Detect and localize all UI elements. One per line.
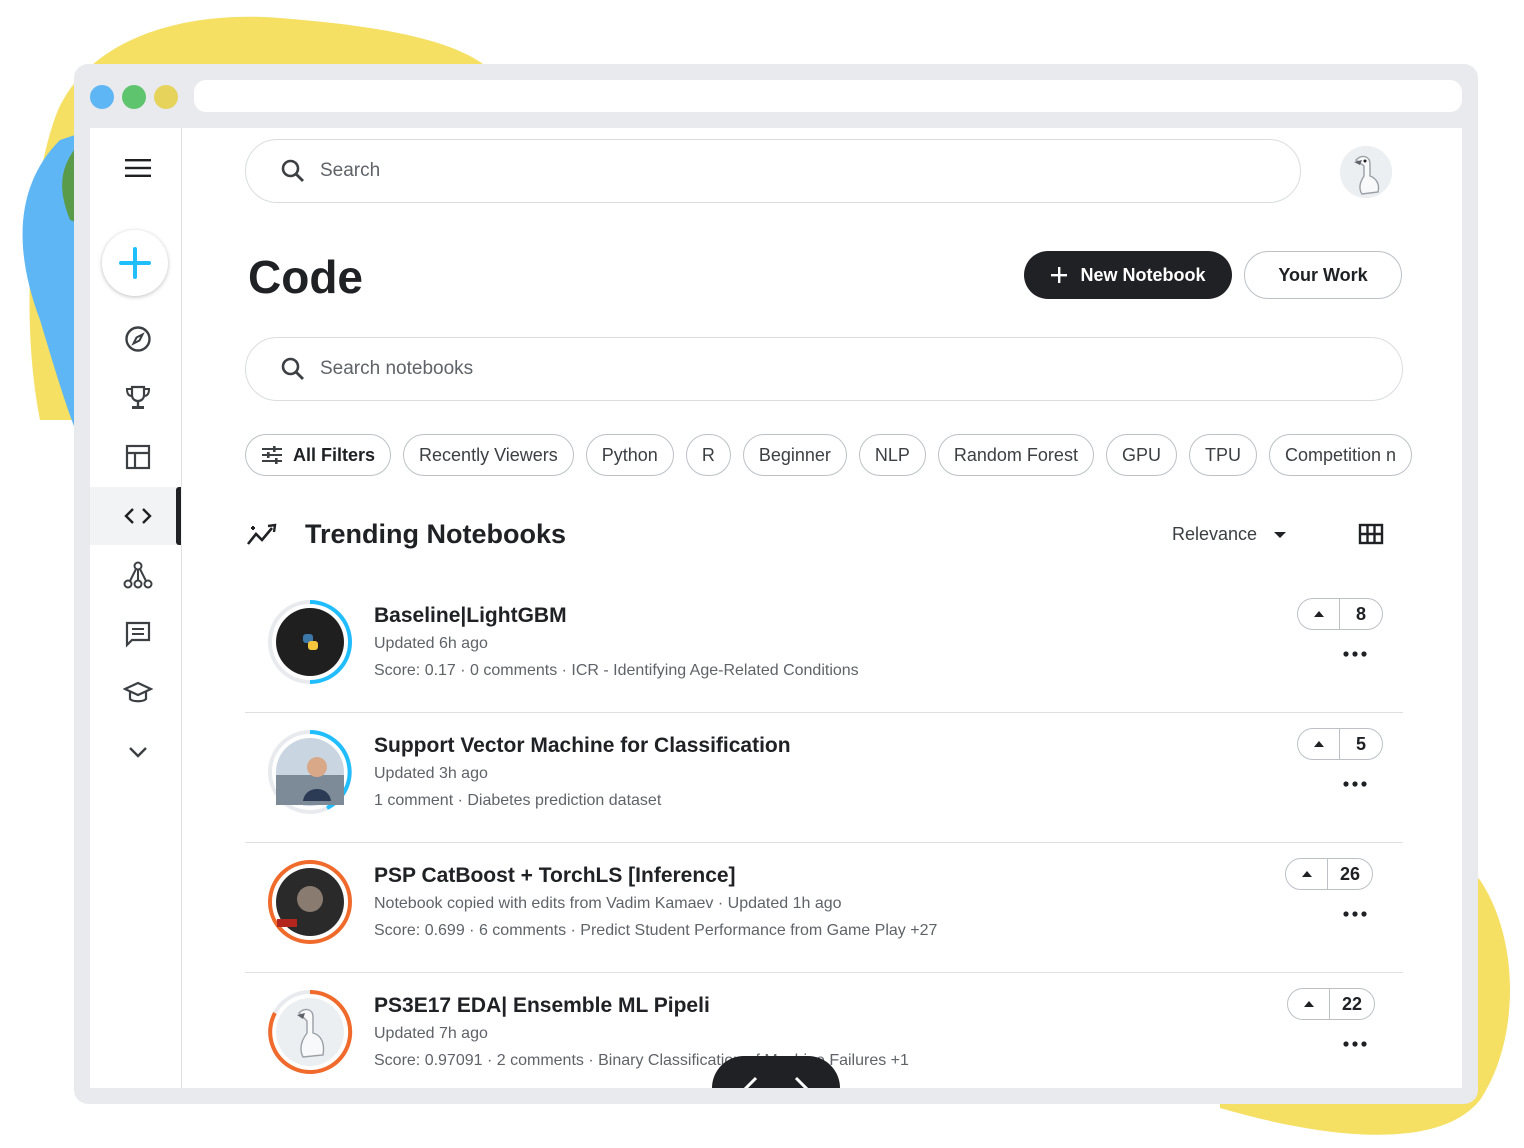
chip-label: NLP <box>874 444 910 465</box>
upvote-arrow-icon <box>1286 859 1328 889</box>
upvote-arrow-icon <box>1298 729 1340 759</box>
carousel-pager <box>712 1056 840 1088</box>
filter-chip-nlp[interactable]: NLP <box>858 434 926 476</box>
models-icon[interactable] <box>118 555 158 595</box>
goose-avatar-icon <box>1340 146 1392 198</box>
filter-sliders-icon <box>262 446 282 464</box>
section-title: Trending Notebooks <box>305 519 567 549</box>
notebook-updated: Notebook copied with edits from Vadim Ka… <box>374 895 842 912</box>
notebook-updated: Updated 7h ago <box>374 1025 488 1042</box>
notebook-meta: 1 comment · Diabetes prediction dataset <box>374 792 662 809</box>
notebook-title[interactable]: PSP CatBoost + TorchLS [Inference] <box>374 864 736 888</box>
your-work-label: Your Work <box>1278 264 1368 285</box>
window-dot-green <box>122 85 146 109</box>
notebook-thumbnail <box>268 730 352 814</box>
table-icon[interactable] <box>118 437 158 477</box>
search-icon <box>281 159 304 182</box>
create-button[interactable] <box>102 230 168 296</box>
chevron-down-icon[interactable] <box>118 732 158 772</box>
compass-icon[interactable] <box>118 319 158 359</box>
notebook-thumbnail <box>268 989 353 1074</box>
notebook-thumbnail <box>268 600 352 684</box>
notebook-updated: Updated 3h ago <box>374 765 488 782</box>
notebook-title[interactable]: Baseline|LightGBM <box>374 604 567 628</box>
your-work-button[interactable]: Your Work <box>1244 251 1402 299</box>
filter-chip-r[interactable]: R <box>685 434 731 476</box>
notebook-title[interactable]: Support Vector Machine for Classificatio… <box>374 734 791 758</box>
notebook-updated: Updated 6h ago <box>374 635 488 652</box>
all-filters-label: All Filters <box>293 444 376 465</box>
notebook-thumbnail <box>268 860 352 944</box>
chip-label: Python <box>601 444 658 465</box>
notebook-row[interactable]: Baseline|LightGBM Updated 6h ago Score: … <box>245 583 1403 713</box>
filter-chips: All Filters Recently Viewers Python R Be… <box>245 434 1413 476</box>
notebook-meta: Score: 0.699 · 6 comments · Predict Stud… <box>374 922 938 939</box>
more-options-icon[interactable] <box>1343 911 1367 917</box>
plus-icon <box>1051 267 1068 283</box>
filter-chip-competition[interactable]: Competition n <box>1268 434 1413 476</box>
window-dot-blue <box>90 85 114 109</box>
search-icon <box>281 357 304 380</box>
notebook-row[interactable]: PSP CatBoost + TorchLS [Inference] Noteb… <box>245 843 1403 973</box>
window-dot-yellow <box>154 85 178 109</box>
more-options-icon[interactable] <box>1343 651 1367 657</box>
site-search[interactable]: Search <box>245 139 1301 203</box>
chip-label: Beginner <box>758 444 831 465</box>
filter-chip-gpu[interactable]: GPU <box>1105 434 1177 476</box>
sidebar <box>90 128 182 1088</box>
upvote-arrow-icon <box>1298 599 1340 629</box>
filter-chip-beginner[interactable]: Beginner <box>742 434 847 476</box>
vote-count: 5 <box>1355 733 1366 754</box>
address-bar[interactable] <box>194 80 1462 112</box>
upvote-button[interactable]: 8 <box>1297 598 1383 630</box>
code-icon[interactable] <box>118 496 158 536</box>
chevron-right-icon[interactable] <box>793 1076 809 1088</box>
grid-view-icon[interactable] <box>1358 523 1384 545</box>
notebook-search-placeholder: Search notebooks <box>320 358 474 379</box>
sort-dropdown[interactable]: Relevance <box>1172 524 1287 545</box>
screenshot-stage: Search Code New Notebook Your Work Searc… <box>0 0 1524 1148</box>
caret-down-icon <box>1274 531 1287 538</box>
filter-chip-recently-viewers[interactable]: Recently Viewers <box>403 434 574 476</box>
menu-icon[interactable] <box>118 148 158 188</box>
filter-chip-random-forest[interactable]: Random Forest <box>937 434 1094 476</box>
filter-chip-tpu[interactable]: TPU <box>1188 434 1257 476</box>
page-title: Code <box>248 251 363 303</box>
sort-label: Relevance <box>1172 524 1258 544</box>
upvote-button[interactable]: 26 <box>1285 858 1374 890</box>
vote-count: 8 <box>1355 603 1366 624</box>
new-notebook-button[interactable]: New Notebook <box>1024 251 1232 299</box>
chip-label: Recently Viewers <box>419 444 558 465</box>
comments-icon[interactable] <box>118 614 158 654</box>
page-viewport: Search Code New Notebook Your Work Searc… <box>90 128 1462 1088</box>
more-options-icon[interactable] <box>1343 781 1367 787</box>
chip-label: R <box>701 444 715 465</box>
notebook-title[interactable]: PS3E17 EDA| Ensemble ML Pipeli <box>374 994 710 1018</box>
upvote-button[interactable]: 5 <box>1297 728 1383 760</box>
site-search-placeholder: Search <box>320 160 381 181</box>
chip-label: Random Forest <box>953 444 1078 465</box>
user-avatar[interactable] <box>1340 146 1392 198</box>
browser-window: Search Code New Notebook Your Work Searc… <box>74 64 1478 1104</box>
chip-label: TPU <box>1204 444 1241 465</box>
learn-icon[interactable] <box>118 673 158 713</box>
vote-count: 26 <box>1340 863 1361 884</box>
plus-icon <box>119 247 151 279</box>
vote-count: 22 <box>1342 993 1363 1014</box>
chip-label: Competition n <box>1284 444 1397 465</box>
notebook-row[interactable]: Support Vector Machine for Classificatio… <box>245 713 1403 843</box>
filter-chip-python[interactable]: Python <box>585 434 674 476</box>
more-options-icon[interactable] <box>1343 1041 1367 1047</box>
notebook-meta: Score: 0.17 · 0 comments · ICR - Identif… <box>374 662 859 679</box>
trophy-icon[interactable] <box>118 378 158 418</box>
chip-label: GPU <box>1121 444 1161 465</box>
sidebar-active-indicator <box>176 487 181 545</box>
notebook-search[interactable]: Search notebooks <box>245 337 1403 401</box>
upvote-arrow-icon <box>1288 989 1330 1019</box>
upvote-button[interactable]: 22 <box>1287 988 1376 1020</box>
chevron-left-icon[interactable] <box>743 1076 759 1088</box>
trending-icon <box>246 523 277 545</box>
new-notebook-label: New Notebook <box>1080 264 1206 285</box>
all-filters-chip[interactable]: All Filters <box>245 434 392 476</box>
